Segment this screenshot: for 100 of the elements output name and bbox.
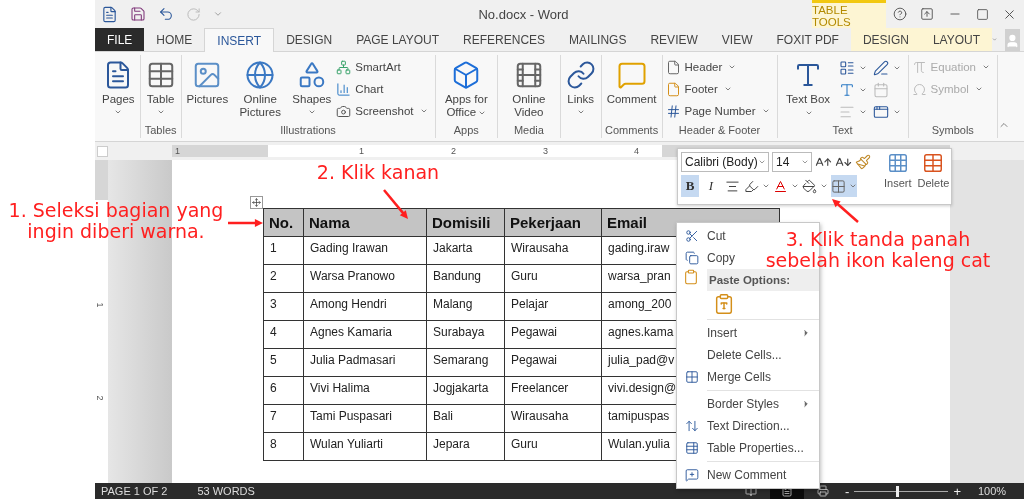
ribbon-button[interactable]: Shapes bbox=[290, 55, 334, 118]
ribbon-tab[interactable]: DESIGN bbox=[850, 28, 921, 51]
ribbon-tab[interactable]: VIEW bbox=[709, 28, 765, 51]
font-size-field[interactable]: 14 bbox=[772, 152, 812, 172]
ribbon-button[interactable]: Online Video bbox=[501, 55, 557, 121]
ribbon-button[interactable]: Page Number bbox=[665, 101, 774, 121]
chart-icon bbox=[336, 81, 352, 97]
caret-icon bbox=[992, 35, 998, 44]
ribbon-button[interactable]: Chart bbox=[336, 79, 432, 99]
word-count[interactable]: 53 WORDS bbox=[197, 485, 255, 497]
caret-icon bbox=[758, 158, 766, 166]
omega-icon bbox=[911, 81, 927, 97]
group-label: Apps bbox=[452, 124, 480, 138]
ribbon-tab[interactable]: HOME bbox=[144, 28, 205, 51]
table-cell: 2 bbox=[263, 264, 304, 293]
table-cell: Guru bbox=[504, 264, 602, 293]
annotation-text: 2. Klik kanan bbox=[315, 162, 441, 183]
table-cell: Vivi Halima bbox=[303, 376, 427, 405]
ribbon-button[interactable]: Links bbox=[563, 55, 598, 118]
caret-icon bbox=[791, 182, 799, 190]
scissors-icon bbox=[685, 229, 699, 243]
ribbon-button[interactable]: Online Pictures bbox=[233, 55, 288, 121]
ribbon-tab[interactable]: MAILINGS bbox=[557, 28, 639, 51]
table-cell: Bandung bbox=[426, 264, 505, 293]
table-action-button[interactable]: Insert bbox=[881, 152, 915, 201]
caret-icon bbox=[820, 182, 828, 190]
context-tab-label: TABLE TOOLS bbox=[812, 0, 886, 28]
ribbon-button[interactable]: Table bbox=[143, 55, 178, 118]
maximize-icon bbox=[975, 7, 989, 21]
table-cell: Freelancer bbox=[504, 376, 602, 405]
ribbon-button[interactable]: Footer bbox=[665, 79, 774, 99]
document-icon bbox=[101, 5, 118, 23]
table-cell: 4 bbox=[263, 320, 304, 349]
ribbon-tab[interactable]: FOXIT PDF bbox=[764, 28, 851, 51]
ribbon-button[interactable]: Apps for Office bbox=[438, 55, 495, 121]
table-cell: Bali bbox=[426, 404, 505, 433]
window-icon bbox=[872, 104, 889, 120]
caret-icon bbox=[849, 182, 857, 190]
grid-icon bbox=[685, 370, 699, 384]
table-cell: Wulan Yuliarti bbox=[303, 432, 427, 461]
group-label: Media bbox=[512, 124, 545, 138]
column-header: Nama bbox=[303, 208, 427, 237]
menu-item[interactable]: New Comment bbox=[677, 464, 787, 486]
ribbon-button[interactable]: SmartArt bbox=[336, 57, 432, 77]
arrow bbox=[228, 219, 263, 227]
ribbon-button[interactable]: Text Box bbox=[780, 55, 836, 121]
lines-icon bbox=[838, 104, 855, 120]
delete-grid-icon bbox=[922, 152, 945, 174]
table-cell: Malang bbox=[426, 292, 505, 321]
page-count[interactable]: PAGE 1 OF 2 bbox=[101, 485, 168, 497]
table-move-handle[interactable] bbox=[250, 196, 263, 209]
zoom-in-button[interactable]: + bbox=[948, 483, 966, 499]
zoom-thumb[interactable] bbox=[895, 485, 899, 497]
ribbon-tab[interactable]: REFERENCES bbox=[451, 28, 558, 51]
ribbon-button[interactable]: Comment bbox=[604, 55, 659, 108]
table-cell: Agnes Kamaria bbox=[303, 320, 427, 349]
table-cell: Jepara bbox=[426, 432, 505, 461]
parts-icon bbox=[838, 60, 855, 76]
format-button[interactable] bbox=[831, 175, 857, 197]
table-action-button[interactable]: Delete bbox=[914, 152, 953, 201]
zoom-level[interactable]: 100% bbox=[974, 485, 1010, 497]
ribbon-button[interactable]: Pages bbox=[100, 55, 137, 118]
footer-icon bbox=[665, 81, 681, 97]
table-cell: Wirausaha bbox=[504, 404, 602, 433]
ribbon-tab[interactable]: INSERT bbox=[204, 28, 275, 52]
table-cell: Among Hendri bbox=[303, 292, 427, 321]
ribbon-button[interactable]: Screenshot bbox=[336, 101, 432, 121]
ruler-number: 1 bbox=[94, 302, 105, 308]
table-cell: 1 bbox=[263, 236, 304, 265]
comment-icon bbox=[685, 468, 699, 482]
insert-grid-icon bbox=[886, 152, 909, 174]
table-cell: Jogjakarta bbox=[426, 376, 505, 405]
paste-text-icon bbox=[713, 293, 735, 315]
table-cell: Wirausaha bbox=[504, 236, 602, 265]
ribbon-tab[interactable]: DESIGN bbox=[274, 28, 345, 51]
undo-icon bbox=[158, 6, 174, 22]
save-icon bbox=[130, 6, 146, 22]
ruler-number: 4 bbox=[634, 145, 639, 157]
format-button[interactable]: B bbox=[681, 175, 699, 197]
zoom-out-button[interactable]: - bbox=[840, 483, 855, 499]
format-button[interactable]: I bbox=[702, 175, 720, 197]
ribbon-tab[interactable]: LAYOUT bbox=[920, 28, 993, 51]
table-cell: Pegawai bbox=[504, 348, 602, 377]
font-field[interactable]: Calibri (Body) bbox=[681, 152, 769, 172]
ribbon-tab[interactable]: REVIEW bbox=[638, 28, 710, 51]
redo-icon bbox=[186, 6, 201, 22]
ribbon-tab[interactable]: FILE bbox=[95, 28, 145, 51]
table-cell: Julia Padmasari bbox=[303, 348, 427, 377]
calendar-icon bbox=[872, 82, 889, 98]
ribbon-button[interactable]: Header bbox=[665, 57, 774, 77]
column-header: Pekerjaan bbox=[504, 208, 602, 237]
borders-icon bbox=[831, 178, 846, 194]
ruler-number: 1 bbox=[175, 145, 180, 157]
menu-section-header: Paste Options: bbox=[707, 269, 819, 291]
table-cell: Tami Puspasari bbox=[303, 404, 427, 433]
group-label: Header & Footer bbox=[677, 124, 762, 138]
ribbon-button[interactable]: Pictures bbox=[184, 55, 231, 108]
font-color-icon bbox=[773, 178, 788, 194]
table-cell: Pegawai bbox=[504, 320, 602, 349]
ribbon-tab[interactable]: PAGE LAYOUT bbox=[344, 28, 452, 51]
